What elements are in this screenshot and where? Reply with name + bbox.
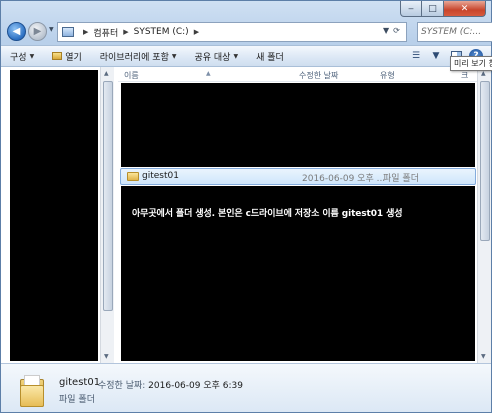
forward-button[interactable]: ▶: [28, 22, 47, 41]
file-list-redacted-top: [121, 83, 475, 167]
address-buttons: ▼ ⟳: [383, 21, 400, 39]
organize-label: 구성: [10, 52, 27, 63]
details-date-label: 수정한 날짜:: [98, 381, 146, 391]
file-row-selected[interactable]: gitest01 2016-06-09 오후 ... 파일 폴더: [120, 168, 476, 185]
column-size[interactable]: 크: [461, 70, 468, 81]
scroll-down-icon[interactable]: ▼: [104, 353, 109, 360]
file-name: gitest01: [142, 171, 179, 181]
address-bar[interactable]: ▶ 컴퓨터 ▶ SYSTEM (C:) ▶: [57, 22, 407, 42]
organize-button[interactable]: 구성 ▼: [1, 50, 43, 63]
file-list-scrollbar[interactable]: ▲ ▼: [477, 67, 491, 363]
breadcrumb-computer[interactable]: 컴퓨터: [93, 26, 118, 39]
minimize-button[interactable]: ‒: [400, 1, 422, 17]
annotation-caption: 아무곳에서 폴더 생성. 본인은 c드라이브에 저장소 이름 gitest01 …: [132, 209, 403, 219]
navigation-scroll-thumb[interactable]: [103, 81, 113, 311]
new-folder-button[interactable]: 새 폴더: [247, 50, 293, 63]
include-in-library-button[interactable]: 라이브러리에 포함 ▼: [91, 50, 186, 63]
chevron-down-icon: ▼: [29, 52, 35, 60]
column-name[interactable]: 이름: [124, 70, 139, 81]
details-date: 수정한 날짜: 2016-06-09 오후 6:39: [98, 378, 243, 391]
forward-arrow-icon: ▶: [33, 26, 42, 37]
share-with-button[interactable]: 공유 대상 ▼: [185, 50, 247, 63]
column-date-modified[interactable]: 수정한 날짜: [299, 70, 338, 81]
navigation-scrollbar[interactable]: ▲ ▼: [100, 67, 114, 363]
computer-icon: [62, 27, 74, 37]
view-dropdown-icon[interactable]: ▼: [429, 49, 443, 63]
file-type: 파일 폴더: [383, 174, 419, 184]
navigation-pane-redacted: [10, 70, 98, 361]
change-view-icon[interactable]: ☰: [409, 49, 423, 63]
chevron-down-icon: ▼: [171, 52, 177, 60]
breadcrumb-separator-icon[interactable]: ▶: [123, 28, 128, 36]
open-label: 열기: [65, 52, 82, 63]
command-bar: 구성 ▼ 열기 라이브러리에 포함 ▼ 공유 대상 ▼ 새 폴더 ☰ ▼ ?: [1, 45, 491, 67]
folder-front-shape: [20, 385, 44, 407]
include-library-label: 라이브러리에 포함: [99, 52, 169, 63]
address-row: ◀ ▶ ▼ ▶ 컴퓨터 ▶ SYSTEM (C:) ▶ ▼ ⟳ SYSTEM (…: [7, 21, 492, 43]
refresh-icon[interactable]: ⟳: [393, 26, 400, 35]
breadcrumb-separator-icon[interactable]: ▶: [83, 28, 88, 36]
details-name: gitest01: [59, 377, 101, 388]
breadcrumb-drive[interactable]: SYSTEM (C:): [134, 27, 189, 37]
search-input[interactable]: SYSTEM (C:...: [417, 22, 492, 42]
share-label: 공유 대상: [194, 52, 231, 63]
folder-icon: [127, 172, 139, 181]
details-date-value: 2016-06-09 오후 6:39: [148, 381, 243, 391]
maximize-button[interactable]: □: [422, 1, 444, 17]
main-area: ▲ ▼ ▲ 이름 수정한 날짜 유형 크 gitest01 2016-06-09…: [1, 67, 491, 363]
open-button[interactable]: 열기: [43, 50, 91, 63]
new-folder-label: 새 폴더: [256, 52, 284, 63]
column-type[interactable]: 유형: [380, 70, 395, 81]
column-header: ▲ 이름 수정한 날짜 유형 크: [118, 67, 478, 82]
details-type: 파일 폴더: [59, 395, 95, 405]
address-dropdown-icon[interactable]: ▼: [383, 26, 389, 35]
file-list-scroll-thumb[interactable]: [480, 81, 490, 241]
large-folder-icon: [20, 375, 44, 407]
details-pane: gitest01 수정한 날짜: 2016-06-09 오후 6:39 파일 폴…: [1, 363, 491, 412]
scroll-down-icon[interactable]: ▼: [481, 353, 486, 360]
preview-pane-tooltip: 미리 보기 창: [450, 56, 492, 71]
explorer-window: ‒ □ ✕ ◀ ▶ ▼ ▶ 컴퓨터 ▶ SYSTEM (C:) ▶ ▼ ⟳ SY…: [0, 0, 492, 413]
recent-pages-dropdown-icon[interactable]: ▼: [49, 26, 54, 33]
scroll-up-icon[interactable]: ▲: [104, 70, 109, 77]
back-button[interactable]: ◀: [7, 22, 26, 41]
breadcrumb-separator-icon[interactable]: ▶: [194, 28, 199, 36]
file-date: 2016-06-09 오후 ...: [302, 174, 386, 184]
window-controls: ‒ □ ✕: [400, 1, 486, 17]
scroll-up-icon[interactable]: ▲: [481, 70, 486, 77]
open-folder-icon: [52, 52, 63, 60]
chevron-down-icon: ▼: [233, 52, 239, 60]
close-button[interactable]: ✕: [444, 1, 486, 17]
back-arrow-icon: ◀: [12, 26, 21, 37]
sort-ascending-icon: ▲: [206, 70, 211, 77]
